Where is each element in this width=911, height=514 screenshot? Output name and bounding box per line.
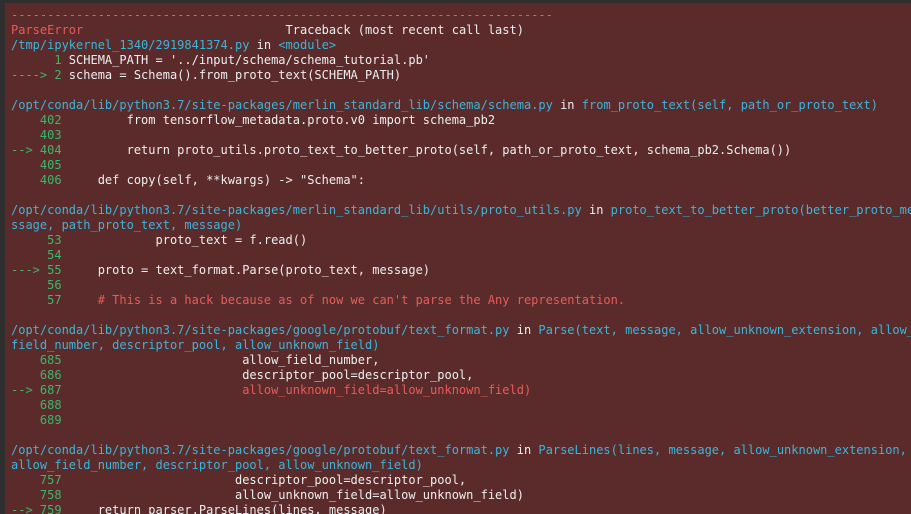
code-text: from tensorflow_metadata.proto.v0 import… [68, 113, 496, 127]
code-text: schema = Schema().from_proto_text(SCHEMA… [68, 68, 402, 82]
line-number: 688 [11, 398, 69, 412]
traceback-title: Traceback (most recent call last) [285, 23, 524, 37]
frame-path[interactable]: /opt/conda/lib/python3.7/site-packages/g… [11, 443, 510, 457]
frame-function-continued: ssage, path_proto_text, message) [11, 218, 243, 232]
current-line-marker: ----> 2 [11, 68, 69, 82]
frame-function: proto_text_to_better_proto(better_proto_… [610, 203, 911, 217]
traceback-output[interactable]: ----------------------------------------… [5, 3, 911, 514]
line-number: 54 [11, 248, 69, 262]
code-line-current: --> 404 return proto_utils.proto_text_to… [11, 143, 911, 158]
code-comment: # This is a hack because as of now we ca… [68, 293, 626, 307]
code-line: 56 [11, 278, 911, 293]
code-text: descriptor_pool=descriptor_pool, [68, 368, 474, 382]
frame-header: /tmp/ipykernel_1340/2919841374.py in <mo… [11, 38, 337, 52]
code-line-current: ---> 55 proto = text_format.Parse(proto_… [11, 263, 911, 278]
frame-path[interactable]: /opt/conda/lib/python3.7/site-packages/m… [11, 98, 553, 112]
code-text: descriptor_pool=descriptor_pool, [68, 473, 467, 487]
frame-function: ParseLines(lines, message, allow_unknown… [538, 443, 907, 457]
code-line: 405 [11, 158, 911, 173]
frame-function-continued: field_number, descriptor_pool, allow_unk… [11, 338, 380, 352]
frame-path[interactable]: /tmp/ipykernel_1340/2919841374.py [11, 38, 249, 52]
code-text: proto = text_format.Parse(proto_text, me… [68, 263, 431, 277]
code-line: 685 allow_field_number, [11, 353, 911, 368]
code-line: 689 [11, 413, 911, 428]
code-line: 406 def copy(self, **kwargs) -> "Schema"… [11, 173, 911, 188]
frame-header: /opt/conda/lib/python3.7/site-packages/m… [11, 203, 911, 218]
code-line: 54 [11, 248, 911, 263]
line-number: 758 [11, 488, 69, 502]
line-number: 686 [11, 368, 69, 382]
code-line-current: --> 759 return parser.ParseLines(lines, … [11, 503, 911, 514]
code-line-current: ----> 2 schema = Schema().from_proto_tex… [11, 68, 911, 83]
code-text: SCHEMA_PATH = '../input/schema/schema_tu… [68, 53, 431, 67]
frame-function: <module> [278, 38, 337, 52]
line-number: 53 [11, 233, 69, 247]
line-number: 1 [11, 53, 69, 67]
code-line: 402 from tensorflow_metadata.proto.v0 im… [11, 113, 911, 128]
frame-header-wrap: field_number, descriptor_pool, allow_unk… [11, 338, 911, 353]
line-number: 757 [11, 473, 69, 487]
frame-path[interactable]: /opt/conda/lib/python3.7/site-packages/m… [11, 203, 582, 217]
code-text: proto_text = f.read() [68, 233, 308, 247]
code-line: 686 descriptor_pool=descriptor_pool, [11, 368, 911, 383]
code-text: allow_unknown_field=allow_unknown_field) [68, 488, 524, 502]
frame-function-continued: allow_field_number, descriptor_pool, all… [11, 458, 423, 472]
line-number: 402 [11, 113, 69, 127]
code-line: 57 # This is a hack because as of now we… [11, 293, 911, 308]
frame-header-wrap: ssage, path_proto_text, message) [11, 218, 911, 233]
line-number: 57 [11, 293, 69, 307]
code-line-current: --> 687 allow_unknown_field=allow_unknow… [11, 383, 911, 398]
code-line: 688 [11, 398, 911, 413]
frame-function: from_proto_text(self, path_or_proto_text… [581, 98, 878, 112]
code-text-highlighted: allow_unknown_field=allow_unknown_field) [68, 383, 532, 397]
code-line: 53 proto_text = f.read() [11, 233, 911, 248]
error-header: ParseError Traceback (most recent call l… [11, 23, 911, 38]
line-number: 403 [11, 128, 69, 142]
frame-header: /opt/conda/lib/python3.7/site-packages/m… [11, 98, 878, 112]
code-line: 403 [11, 128, 911, 143]
line-number: 56 [11, 278, 69, 292]
frame-header: /opt/conda/lib/python3.7/site-packages/g… [11, 443, 907, 457]
current-line-marker: --> 404 [11, 143, 69, 157]
line-number: 685 [11, 353, 69, 367]
current-line-marker: ---> 55 [11, 263, 69, 277]
code-line: 758 allow_unknown_field=allow_unknown_fi… [11, 488, 911, 503]
frame-header-wrap: allow_field_number, descriptor_pool, all… [11, 458, 911, 473]
error-type: ParseError [11, 23, 84, 37]
frame-path[interactable]: /opt/conda/lib/python3.7/site-packages/g… [11, 323, 510, 337]
code-text: return proto_utils.proto_text_to_better_… [68, 143, 792, 157]
code-line: 757 descriptor_pool=descriptor_pool, [11, 473, 911, 488]
current-line-marker: --> 759 [11, 503, 69, 514]
separator-line: ----------------------------------------… [11, 8, 553, 22]
line-number: 405 [11, 158, 69, 172]
output-area: ----------------------------------------… [0, 0, 911, 514]
line-number: 689 [11, 413, 69, 427]
frame-header: /opt/conda/lib/python3.7/site-packages/g… [11, 323, 911, 338]
code-text: def copy(self, **kwargs) -> "Schema": [68, 173, 366, 187]
frame-function: Parse(text, message, allow_unknown_exten… [538, 323, 911, 337]
code-line: 1 SCHEMA_PATH = '../input/schema/schema_… [11, 53, 911, 68]
line-number: 406 [11, 173, 69, 187]
code-text: return parser.ParseLines(lines, message) [68, 503, 387, 514]
current-line-marker: --> 687 [11, 383, 69, 397]
code-text: allow_field_number, [68, 353, 380, 367]
